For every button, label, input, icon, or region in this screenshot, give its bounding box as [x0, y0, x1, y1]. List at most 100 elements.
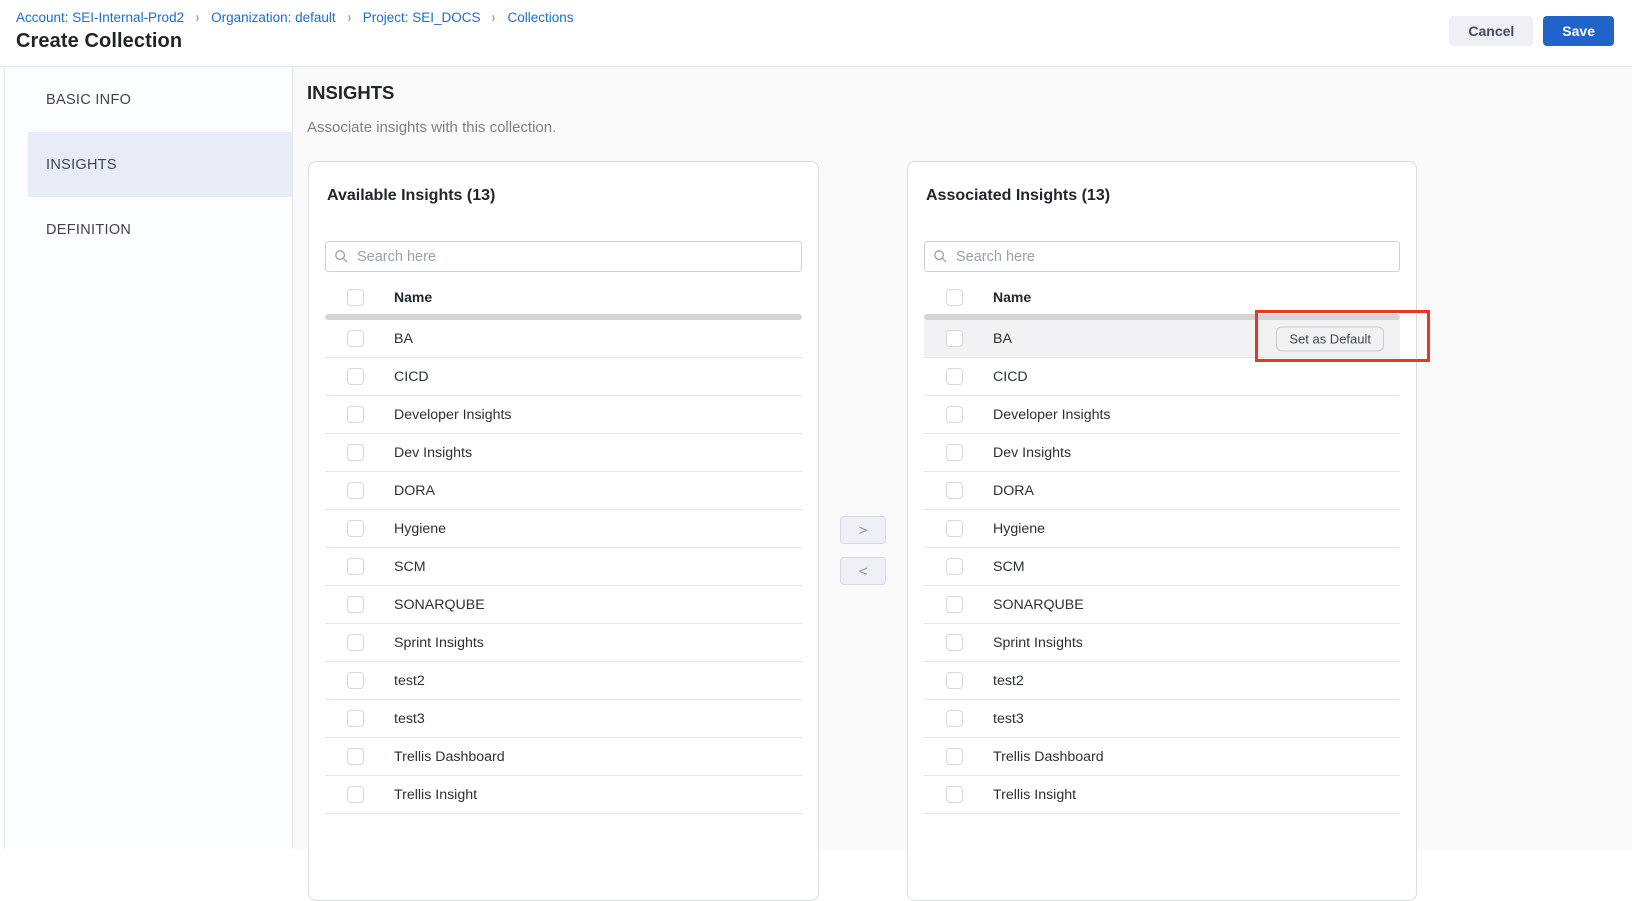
row-checkbox[interactable]	[946, 330, 963, 347]
table-row[interactable]: DORA	[325, 472, 802, 510]
sidebar-item-insights[interactable]: INSIGHTS	[28, 132, 292, 197]
table-row[interactable]: test2	[325, 662, 802, 700]
row-label: BA	[993, 331, 1012, 347]
table-header: Name	[924, 280, 1400, 314]
table-row[interactable]: SCM	[924, 548, 1400, 586]
set-as-default-button[interactable]: Set as Default	[1276, 326, 1384, 351]
table-row-highlighted[interactable]: BA Set as Default	[924, 320, 1400, 358]
row-checkbox[interactable]	[946, 634, 963, 651]
row-checkbox[interactable]	[347, 520, 364, 537]
row-checkbox[interactable]	[946, 368, 963, 385]
row-checkbox[interactable]	[946, 444, 963, 461]
chevron-right-icon: >	[858, 521, 867, 539]
row-checkbox[interactable]	[347, 634, 364, 651]
breadcrumb-link-organization[interactable]: Organization: default	[211, 10, 336, 25]
table-row[interactable]: SCM	[325, 548, 802, 586]
table-row[interactable]: Dev Insights	[924, 434, 1400, 472]
row-checkbox[interactable]	[946, 710, 963, 727]
select-all-checkbox[interactable]	[347, 289, 364, 306]
row-label: BA	[394, 331, 413, 347]
row-label: DORA	[993, 483, 1034, 499]
breadcrumb-link-account[interactable]: Account: SEI-Internal-Prod2	[16, 10, 184, 25]
table-row[interactable]: DORA	[924, 472, 1400, 510]
row-checkbox[interactable]	[946, 596, 963, 613]
row-checkbox[interactable]	[946, 558, 963, 575]
associated-panel-title: Associated Insights (13)	[926, 187, 1398, 205]
row-checkbox[interactable]	[347, 444, 364, 461]
page-header: Account: SEI-Internal-Prod2 › Organizati…	[0, 0, 1632, 67]
table-row[interactable]: Trellis Dashboard	[325, 738, 802, 776]
cancel-button[interactable]: Cancel	[1449, 16, 1533, 46]
table-row[interactable]: Hygiene	[924, 510, 1400, 548]
table-row[interactable]: Trellis Dashboard	[924, 738, 1400, 776]
table-row[interactable]: test3	[325, 700, 802, 738]
row-checkbox[interactable]	[946, 520, 963, 537]
save-button[interactable]: Save	[1543, 16, 1614, 46]
available-rows: BA CICD Developer Insights Dev Insights …	[325, 320, 802, 814]
table-row[interactable]: Trellis Insight	[924, 776, 1400, 814]
row-checkbox[interactable]	[347, 748, 364, 765]
table-row[interactable]: test3	[924, 700, 1400, 738]
left-edge-divider	[4, 67, 5, 849]
row-label: Developer Insights	[394, 407, 512, 423]
row-checkbox[interactable]	[946, 748, 963, 765]
row-label: Developer Insights	[993, 407, 1111, 423]
row-label: Dev Insights	[394, 445, 472, 461]
associated-rows: BA Set as Default CICD Developer Insight…	[924, 320, 1400, 814]
row-checkbox[interactable]	[347, 330, 364, 347]
chevron-right-icon: ›	[196, 9, 200, 26]
table-header: Name	[325, 280, 802, 314]
table-row[interactable]: CICD	[924, 358, 1400, 396]
select-all-checkbox[interactable]	[946, 289, 963, 306]
table-row[interactable]: Developer Insights	[325, 396, 802, 434]
name-column-header: Name	[993, 289, 1031, 305]
table-row[interactable]: SONARQUBE	[924, 586, 1400, 624]
row-label: DORA	[394, 483, 435, 499]
available-panel-title: Available Insights (13)	[327, 187, 800, 205]
row-checkbox[interactable]	[347, 406, 364, 423]
main-panel: INSIGHTS Associate insights with this co…	[293, 67, 1632, 849]
content-area: BASIC INFO INSIGHTS DEFINITION INSIGHTS …	[0, 67, 1632, 849]
row-checkbox[interactable]	[946, 672, 963, 689]
section-heading: INSIGHTS	[307, 82, 394, 104]
available-search	[325, 241, 802, 272]
row-checkbox[interactable]	[946, 406, 963, 423]
table-row[interactable]: Developer Insights	[924, 396, 1400, 434]
row-checkbox[interactable]	[347, 482, 364, 499]
table-row[interactable]: CICD	[325, 358, 802, 396]
row-checkbox[interactable]	[347, 672, 364, 689]
breadcrumb-link-collections[interactable]: Collections	[507, 10, 573, 25]
breadcrumb: Account: SEI-Internal-Prod2 › Organizati…	[16, 9, 574, 26]
table-row[interactable]: test2	[924, 662, 1400, 700]
row-label: Trellis Insight	[993, 787, 1076, 803]
row-label: SCM	[394, 559, 426, 575]
row-checkbox[interactable]	[946, 482, 963, 499]
row-checkbox[interactable]	[347, 786, 364, 803]
table-row[interactable]: SONARQUBE	[325, 586, 802, 624]
table-row[interactable]: Hygiene	[325, 510, 802, 548]
sidebar-item-definition[interactable]: DEFINITION	[0, 197, 292, 262]
row-label: SONARQUBE	[394, 597, 485, 613]
row-checkbox[interactable]	[347, 558, 364, 575]
row-label: Trellis Dashboard	[993, 749, 1104, 765]
row-label: CICD	[394, 369, 429, 385]
move-right-button[interactable]: >	[840, 516, 886, 544]
header-actions: Cancel Save	[1449, 16, 1614, 46]
table-row[interactable]: BA	[325, 320, 802, 358]
associated-search	[924, 241, 1400, 272]
row-checkbox[interactable]	[946, 786, 963, 803]
chevron-left-icon: <	[858, 562, 867, 580]
row-checkbox[interactable]	[347, 596, 364, 613]
search-input[interactable]	[924, 241, 1400, 272]
table-row[interactable]: Trellis Insight	[325, 776, 802, 814]
table-row[interactable]: Sprint Insights	[325, 624, 802, 662]
sidebar-item-basic-info[interactable]: BASIC INFO	[0, 67, 292, 132]
table-row[interactable]: Dev Insights	[325, 434, 802, 472]
chevron-right-icon: ›	[492, 9, 496, 26]
row-checkbox[interactable]	[347, 368, 364, 385]
breadcrumb-link-project[interactable]: Project: SEI_DOCS	[363, 10, 481, 25]
search-input[interactable]	[325, 241, 802, 272]
table-row[interactable]: Sprint Insights	[924, 624, 1400, 662]
move-left-button[interactable]: <	[840, 557, 886, 585]
row-checkbox[interactable]	[347, 710, 364, 727]
